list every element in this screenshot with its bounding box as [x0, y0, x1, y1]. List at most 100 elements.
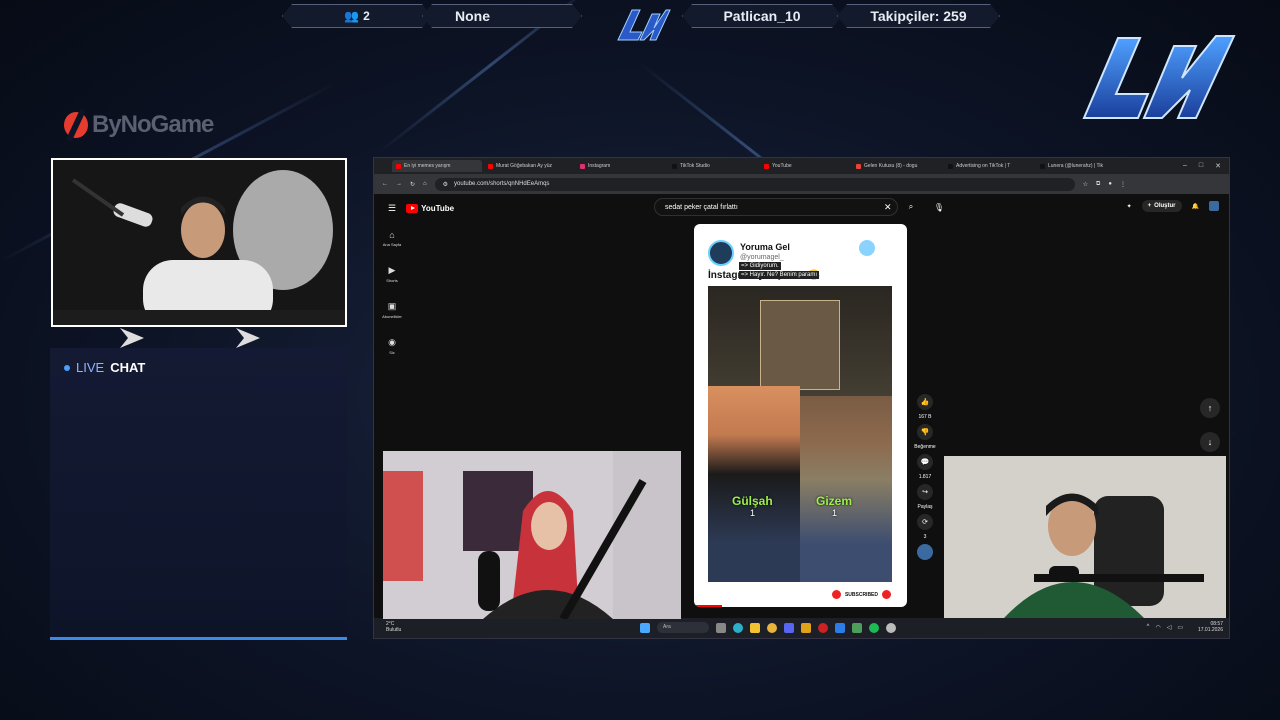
sound-avatar[interactable]	[917, 544, 933, 560]
site-info-icon[interactable]: ⚙	[443, 181, 448, 188]
gemini-icon[interactable]: ✦	[1127, 203, 1132, 210]
tab-favicon-icon	[764, 163, 769, 169]
live-chat-panel: LIVE CHAT	[50, 348, 347, 640]
back-icon[interactable]: ←	[382, 181, 388, 187]
battery-icon[interactable]: ▭	[1177, 624, 1183, 631]
notifications-icon[interactable]: 🔔	[1192, 203, 1199, 210]
comment-icon[interactable]: 💬	[917, 454, 933, 470]
channel-name[interactable]: Yoruma Gel	[740, 242, 790, 252]
weather-widget[interactable]: 2°C Bulutlu	[386, 621, 401, 633]
browser-tab[interactable]: Advertising on TikTok | T	[944, 160, 1034, 172]
taskbar-search[interactable]: Ara	[657, 622, 709, 633]
guest-webcam-left	[383, 451, 681, 619]
chrome-icon[interactable]	[767, 622, 777, 633]
search-input-value: sedat peker çatal fırlattı	[665, 203, 738, 211]
volume-icon[interactable]: ◁	[1167, 624, 1172, 631]
sidebar-item[interactable]: ▶ Shorts	[386, 265, 398, 283]
search-icon[interactable]: ⌕	[902, 198, 920, 216]
browser-tab[interactable]: Gelen Kutusu (8) - dogu	[852, 160, 942, 172]
streamer-webcam	[51, 158, 347, 327]
share-label: Paylaş	[917, 504, 933, 510]
discord-icon[interactable]	[784, 622, 794, 633]
browser-tab[interactable]: Murat Göğebakan Ay yüz	[484, 160, 574, 172]
plus-icon: +	[1147, 203, 1152, 209]
taskbar-clock[interactable]: 08:57 17.01.2026	[1198, 621, 1223, 633]
maximize-icon[interactable]: □	[1199, 162, 1203, 170]
task-view-icon[interactable]	[716, 622, 726, 633]
remix-icon[interactable]: ⟳	[917, 514, 933, 530]
microphone-icon[interactable]: 🎙	[930, 198, 948, 216]
subscribed-label: SUBSCRIBED	[844, 591, 878, 598]
weather-condition: Bulutlu	[386, 627, 402, 633]
wifi-icon[interactable]: ◠	[1155, 624, 1160, 631]
minimize-icon[interactable]: –	[1183, 162, 1187, 170]
taskbar-apps: Ara	[640, 622, 896, 633]
thumbs-up-icon	[831, 590, 841, 599]
browser-tab-label: Murat Göğebakan Ay yüz	[496, 163, 553, 169]
address-bar[interactable]: ⚙ youtube.com/shorts/qnNHdEeAmqs	[434, 177, 1075, 191]
score-right: 1	[832, 508, 838, 518]
account-avatar[interactable]	[1209, 201, 1219, 211]
shorts-player[interactable]: Yoruma Gel @yorumagel_ İnstagram yarışma…	[694, 224, 907, 607]
tray-chevron-icon[interactable]: ^	[1147, 624, 1150, 631]
home-icon[interactable]: ⌂	[423, 181, 427, 187]
profile-icon[interactable]: ●	[1108, 181, 1112, 187]
bookmark-star-icon[interactable]: ☆	[1083, 181, 1088, 188]
app-icon[interactable]	[801, 622, 811, 633]
browser-tab-strip: En iyi memes yarışm Murat Göğebakan Ay yü…	[374, 158, 1229, 174]
share-icon[interactable]: ↪	[917, 484, 933, 500]
browser-tab[interactable]: Lunera (@lunerahz) | Tik	[1036, 160, 1126, 172]
edge-icon[interactable]	[733, 622, 743, 633]
create-button[interactable]: + Oluştur	[1141, 200, 1182, 212]
subtitle-line-1: => Gidiyorum.	[739, 262, 781, 270]
comment-count: 1.817	[918, 474, 932, 480]
clear-search-icon[interactable]: ✕	[884, 202, 892, 213]
sidebar-item-label: Ana Sayfa	[382, 242, 402, 247]
tab-favicon-icon	[856, 163, 861, 169]
reload-icon[interactable]: ↻	[410, 181, 415, 188]
search-input[interactable]: sedat peker çatal fırlattı	[654, 198, 898, 216]
browser-tab[interactable]: Instagram	[576, 160, 666, 172]
app-icon[interactable]	[852, 622, 862, 633]
sidebar-item[interactable]: ▣ Abonelikler	[382, 301, 402, 319]
channel-avatar[interactable]	[708, 240, 734, 266]
hamburger-icon[interactable]: ☰	[388, 203, 396, 214]
browser-tab-label: Instagram	[588, 163, 611, 169]
extensions-icon[interactable]: ⧉	[1096, 181, 1100, 188]
subtitle-line-2: => Hayır. Ne? Benim paramı	[739, 271, 820, 279]
menu-icon[interactable]: ⋮	[1120, 181, 1126, 188]
next-short-icon[interactable]: ↓	[1200, 432, 1220, 452]
channel-badge-icon	[859, 240, 875, 256]
video-progress-bar[interactable]	[694, 605, 722, 607]
browser-tab[interactable]: YouTube	[760, 160, 850, 172]
live-chat-header: LIVE CHAT	[64, 360, 145, 375]
chatgpt-icon[interactable]	[886, 622, 896, 633]
app-icon[interactable]	[835, 622, 845, 633]
browser-tab-label: TikTok Studio	[680, 163, 710, 169]
start-icon[interactable]	[640, 622, 650, 633]
sponsor-logo: ByNoGame	[64, 110, 214, 140]
browser-tab[interactable]: TikTok Studio	[668, 160, 758, 172]
dislike-icon[interactable]: 👎	[917, 424, 933, 440]
browser-tab-label: Lunera (@lunerahz) | Tik	[1048, 163, 1104, 169]
browser-tab[interactable]: En iyi memes yarışm	[392, 160, 482, 172]
previous-short-icon[interactable]: ↑	[1200, 398, 1220, 418]
video-frame[interactable]: Gülşah Gizem 1 1	[708, 286, 892, 582]
obs-icon[interactable]	[818, 622, 828, 633]
file-explorer-icon[interactable]	[750, 622, 760, 633]
sidebar-item[interactable]: ⌂ Ana Sayfa	[383, 230, 401, 247]
forward-icon[interactable]: →	[396, 181, 402, 187]
channel-logo-small	[617, 9, 671, 41]
shorts-actions: 👍 167 B 👎 Beğenme 💬 1.817 ↪ Paylaş ⟳ 3	[914, 394, 936, 560]
spotify-icon[interactable]	[869, 622, 879, 633]
video-person-right	[800, 396, 892, 582]
browser-tab-label: Advertising on TikTok | T	[956, 163, 1011, 169]
like-icon[interactable]: 👍	[917, 394, 933, 410]
close-icon[interactable]: ✕	[1215, 162, 1221, 170]
live-dot-icon	[64, 364, 70, 371]
create-button-label: Oluştur	[1154, 203, 1176, 209]
browser-tab-label: YouTube	[772, 163, 792, 169]
streamer-username: Patlican_10	[682, 4, 842, 28]
sidebar-item[interactable]: ◉ Siz	[388, 337, 396, 355]
youtube-logo[interactable]: YouTube	[406, 203, 454, 213]
